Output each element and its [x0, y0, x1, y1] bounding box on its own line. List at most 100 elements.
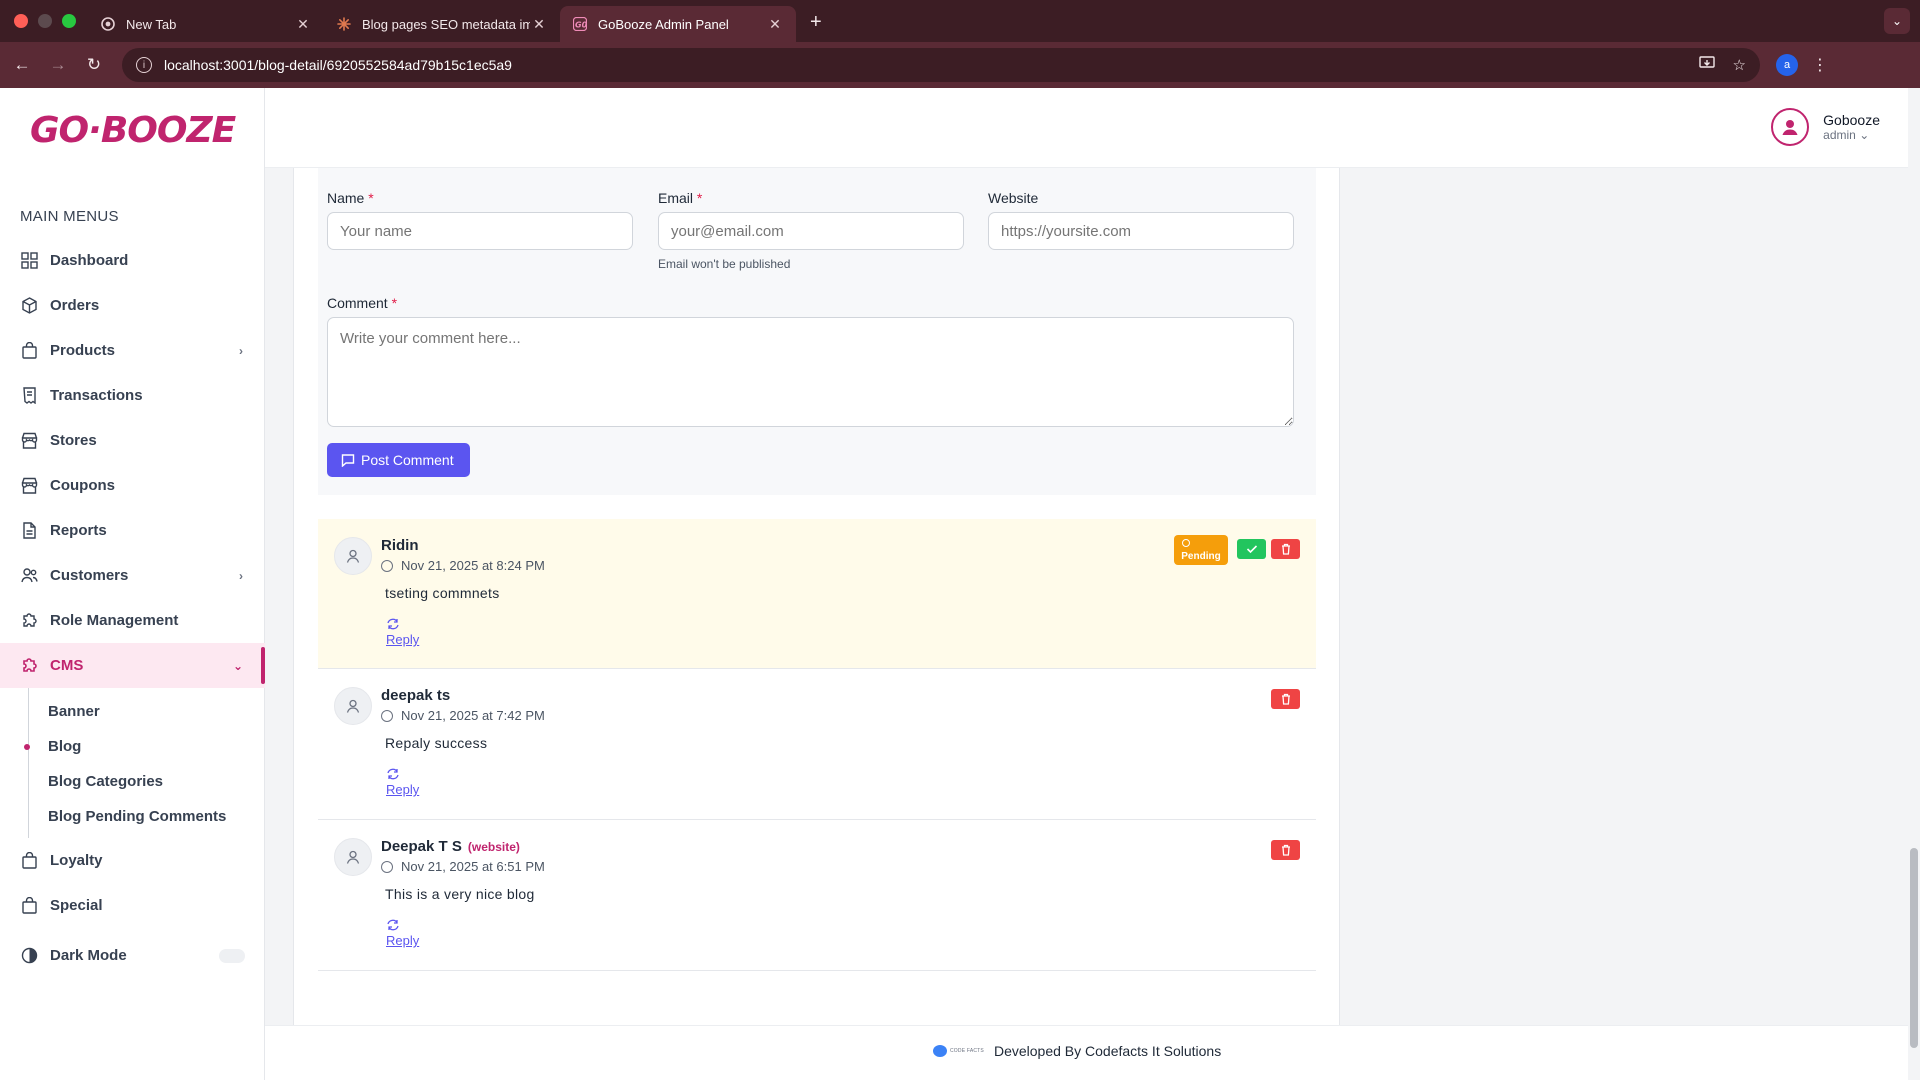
user-name: Gobooze [1823, 112, 1880, 128]
cms-submenu: Banner Blog Blog Categories Blog Pending… [0, 688, 265, 838]
comment-date: Nov 21, 2025 at 6:51 PM [381, 859, 545, 874]
site-info-icon[interactable]: i [136, 57, 152, 73]
sidebar-subitem-blog-pending-comments[interactable]: Blog Pending Comments [48, 799, 265, 834]
blog-comments-card: Name * Email * Email won't be published … [293, 168, 1340, 1080]
puzzle-icon [20, 657, 38, 675]
chevron-down-icon: ⌄ [232, 658, 243, 673]
sidebar-item-stores[interactable]: Stores [0, 418, 265, 463]
sidebar: GO·BOOZE MAIN MENUS Dashboard Orders Pro… [0, 88, 265, 1080]
close-window-button[interactable] [14, 14, 28, 28]
email-label: Email * [658, 190, 703, 206]
comment-date: Nov 21, 2025 at 7:42 PM [381, 708, 545, 723]
dark-mode-toggle[interactable] [219, 948, 245, 963]
back-icon[interactable]: ← [4, 55, 40, 75]
sidebar-menu: Dashboard Orders Products › Transactions… [0, 238, 265, 978]
comment-author: Ridin [381, 537, 419, 554]
puzzle-icon [20, 612, 38, 630]
delete-button[interactable] [1271, 539, 1300, 559]
store-icon [20, 477, 38, 495]
comment-textarea[interactable] [327, 317, 1294, 427]
approve-button[interactable] [1237, 539, 1266, 559]
browser-menu-icon[interactable]: ⋮ [1812, 55, 1828, 75]
reply-link[interactable]: Reply [386, 782, 419, 797]
sidebar-item-orders[interactable]: Orders [0, 283, 265, 328]
sidebar-item-dashboard[interactable]: Dashboard [0, 238, 265, 283]
delete-button[interactable] [1271, 689, 1300, 709]
sidebar-subitem-banner[interactable]: Banner [48, 694, 265, 729]
comment-text: Repaly success [385, 735, 488, 751]
bag-icon [20, 897, 38, 915]
sidebar-item-customers[interactable]: Customers › [0, 553, 265, 598]
scrollbar-thumb[interactable] [1910, 848, 1918, 1048]
user-menu[interactable]: Gobooze admin ⌄ [1771, 108, 1880, 146]
clock-icon [1182, 539, 1190, 547]
check-icon [1246, 545, 1257, 554]
sidebar-subitem-blog[interactable]: Blog [24, 729, 265, 764]
user-avatar-icon [1771, 108, 1810, 146]
codefacts-logo: CODE FACTS [933, 1045, 984, 1057]
comment-item: deepak ts Nov 21, 2025 at 7:42 PM Repaly… [318, 669, 1316, 820]
sidebar-item-coupons[interactable]: Coupons [0, 463, 265, 508]
browser-profile-avatar[interactable]: a [1776, 54, 1798, 76]
chrome-icon [100, 16, 116, 32]
clock-icon [381, 559, 393, 572]
reply-link[interactable]: Reply [386, 632, 419, 647]
delete-button[interactable] [1271, 840, 1300, 860]
trash-icon [1281, 844, 1290, 856]
page-scrollbar[interactable] [1908, 88, 1920, 1080]
svg-text:G0: G0 [575, 21, 587, 30]
maximize-window-button[interactable] [62, 14, 76, 28]
post-comment-button[interactable]: Post Comment [327, 443, 470, 477]
email-hint: Email won't be published [658, 257, 791, 271]
gobooze-logo[interactable]: GO·BOOZE [30, 110, 236, 151]
user-role: admin ⌄ [1823, 128, 1870, 142]
browser-tab-seo[interactable]: Blog pages SEO metadata im ✕ [324, 6, 560, 42]
sidebar-item-role-management[interactable]: Role Management [0, 598, 265, 643]
message-icon [341, 453, 355, 470]
top-header: Gobooze admin ⌄ [265, 88, 1920, 168]
gobooze-favicon: G0 [572, 16, 588, 32]
bookmark-star-icon[interactable]: ☆ [1733, 56, 1746, 74]
reply-link[interactable]: Reply [386, 933, 419, 948]
install-app-icon[interactable] [1698, 56, 1715, 74]
sidebar-item-special[interactable]: Special [0, 883, 265, 928]
tab-bar: New Tab ✕ Blog pages SEO metadata im ✕ G… [0, 0, 1920, 42]
comment-text: This is a very nice blog [385, 886, 535, 902]
trash-icon [1281, 693, 1290, 705]
tab-search-icon[interactable]: ⌄ [1884, 8, 1910, 34]
browser-tab-gobooze[interactable]: G0 GoBooze Admin Panel ✕ [560, 6, 796, 42]
forward-icon[interactable]: → [40, 55, 76, 75]
minimize-window-button[interactable] [38, 14, 52, 28]
address-bar-row: ← → ↻ i localhost:3001/blog-detail/69205… [0, 42, 1920, 88]
sidebar-item-reports[interactable]: Reports [0, 508, 265, 553]
comment-item: Ridin Nov 21, 2025 at 8:24 PM tseting co… [318, 519, 1316, 669]
browser-tab-new-tab[interactable]: New Tab ✕ [88, 6, 324, 42]
comment-item: Deepak T S (website) Nov 21, 2025 at 6:51… [318, 820, 1316, 971]
user-avatar-icon [334, 687, 372, 725]
website-input[interactable] [988, 212, 1294, 250]
close-tab-icon[interactable]: ✕ [530, 16, 548, 33]
footer-credit: CODE FACTS Developed By Codefacts It Sol… [933, 1043, 1221, 1059]
website-tag: (website) [467, 840, 520, 854]
clock-icon [381, 709, 393, 722]
claude-icon [336, 16, 352, 32]
store-icon [20, 432, 38, 450]
url-bar[interactable]: i localhost:3001/blog-detail/6920552584a… [122, 48, 1760, 82]
status-badge: Pending [1174, 535, 1228, 565]
user-avatar-icon [334, 537, 372, 575]
new-tab-icon[interactable]: + [796, 11, 836, 42]
contrast-icon [20, 947, 38, 965]
reload-icon[interactable]: ↻ [76, 55, 112, 75]
email-input[interactable] [658, 212, 964, 250]
comment-author: deepak ts [381, 687, 451, 704]
admin-page: Gobooze admin ⌄ GO·BOOZE MAIN MENUS Dash… [0, 88, 1920, 1080]
name-input[interactable] [327, 212, 633, 250]
close-tab-icon[interactable]: ✕ [294, 16, 312, 33]
sidebar-item-products[interactable]: Products › [0, 328, 265, 373]
sidebar-item-transactions[interactable]: Transactions [0, 373, 265, 418]
window-controls [0, 14, 88, 42]
sidebar-subitem-blog-categories[interactable]: Blog Categories [48, 764, 265, 799]
sidebar-item-loyalty[interactable]: Loyalty [0, 838, 265, 883]
sidebar-item-cms[interactable]: CMS ⌄ [0, 643, 265, 688]
close-tab-icon[interactable]: ✕ [766, 16, 784, 33]
